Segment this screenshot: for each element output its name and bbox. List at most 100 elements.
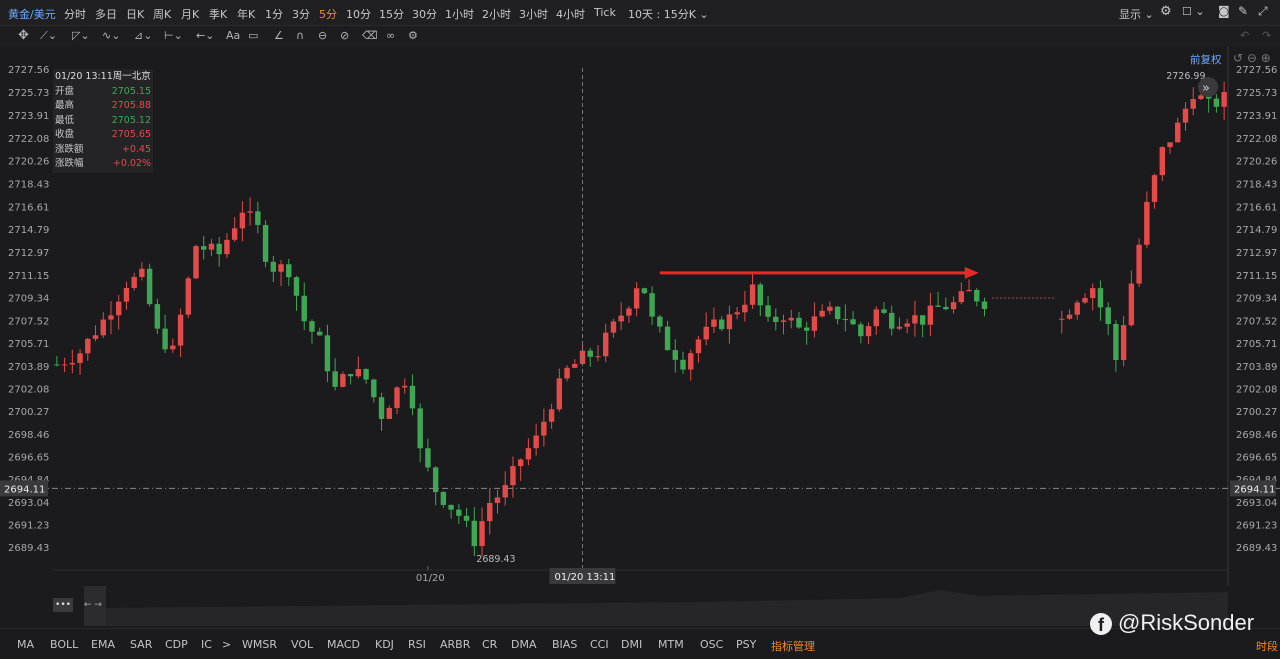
fullscreen-icon[interactable]: ⤢ — [1258, 4, 1268, 19]
indicator-17[interactable]: DMI — [621, 638, 642, 651]
candle-body — [231, 228, 238, 240]
period-button[interactable]: 时段 — [1256, 638, 1278, 654]
indicator-8[interactable]: VOL — [291, 638, 313, 651]
timeframe-0[interactable]: 分时 — [64, 6, 86, 22]
y-tick-label-right: 2696.65 — [1236, 453, 1277, 464]
indicator-12[interactable]: ARBR — [440, 638, 470, 651]
indicator-3[interactable]: SAR — [130, 638, 152, 651]
indicator-5[interactable]: IC — [201, 638, 212, 651]
redo-icon[interactable]: ↷ — [1262, 28, 1271, 44]
y-tick-label-right: 2725.73 — [1236, 88, 1277, 99]
price-chart[interactable]: 2727.56 2727.56 2725.73 2725.73 2723.91 2723.… — [0, 46, 1280, 586]
link-icon[interactable]: ∞ — [386, 28, 395, 44]
indicator-2[interactable]: EMA — [91, 638, 115, 651]
indicator-16[interactable]: CCI — [590, 638, 609, 651]
timeframe-4[interactable]: 月K — [181, 6, 199, 22]
timeframe-16[interactable]: 4小时 — [556, 6, 585, 22]
hide-icon[interactable]: ⊘ — [340, 28, 349, 44]
timeframe-14[interactable]: 2小时 — [482, 6, 511, 22]
navigator-bar[interactable]: ••• ← → — [0, 586, 1280, 628]
candle-body — [332, 371, 338, 387]
candle-body — [896, 326, 903, 329]
ohlc-label: 涨跌幅 — [55, 158, 84, 169]
timeframe-1[interactable]: 多日 — [95, 6, 117, 22]
candle-body — [757, 284, 764, 306]
indicator-14[interactable]: DMA — [511, 638, 537, 651]
indicator-0[interactable]: MA — [17, 638, 34, 651]
candle-body — [1144, 201, 1150, 245]
range-icon[interactable]: ⊢⌄ — [164, 28, 183, 44]
draw-line-icon[interactable]: ∠ — [274, 28, 284, 44]
timeframe-13[interactable]: 1小时 — [445, 6, 474, 22]
indicator-10[interactable]: KDJ — [375, 638, 394, 651]
candle-body — [286, 264, 292, 278]
indicator-7[interactable]: WMSR — [242, 638, 277, 651]
candle-body — [463, 515, 470, 521]
candlestick-chart[interactable]: 2727.56 2727.56 2725.73 2725.73 2723.91 2723.… — [0, 46, 1280, 586]
timeframe-6[interactable]: 年K — [237, 6, 255, 22]
display-menu[interactable]: 显示 ⌄ — [1119, 6, 1154, 22]
crosshair-move-icon[interactable]: ✥ — [18, 28, 29, 44]
timeframe-9[interactable]: 5分 — [319, 6, 337, 22]
crosshair-price-right: 2694.11 — [1234, 484, 1275, 495]
eye-icon[interactable]: ⊖ — [318, 28, 327, 44]
indicator-1[interactable]: BOLL — [50, 638, 78, 651]
price-adjust-button[interactable]: 前复权 — [1190, 52, 1222, 67]
candle-body — [803, 327, 810, 331]
timeframe-15[interactable]: 3小时 — [519, 6, 548, 22]
navigator-more-button[interactable]: ••• — [53, 598, 73, 612]
candle-body — [278, 264, 284, 272]
timeframe-11[interactable]: 15分 — [379, 6, 404, 22]
trendline-icon[interactable]: ⟋⌄ — [40, 28, 57, 44]
candle-body — [1190, 99, 1196, 109]
indicator-4[interactable]: CDP — [165, 638, 188, 651]
pencil-icon[interactable]: ✎ — [1238, 4, 1248, 18]
candle-body — [471, 520, 478, 547]
settings-gear-icon[interactable]: ⚙ — [1160, 4, 1172, 19]
timeframe-7[interactable]: 1分 — [265, 6, 283, 22]
timeframe-17[interactable]: Tick — [594, 6, 616, 19]
indicator-6[interactable]: > — [222, 638, 231, 651]
checkbox-icon[interactable]: ☐ ⌄ — [1182, 5, 1205, 18]
settings-icon[interactable]: ⚙ — [408, 28, 418, 44]
indicator-13[interactable]: CR — [482, 638, 497, 651]
indicator-11[interactable]: RSI — [408, 638, 426, 651]
timeframe-8[interactable]: 3分 — [292, 6, 310, 22]
timeframe-3[interactable]: 周K — [153, 6, 171, 22]
candle-body — [1167, 142, 1173, 148]
trash-icon[interactable]: ⌫ — [362, 28, 378, 44]
timeframe-5[interactable]: 季K — [209, 6, 227, 22]
timeframe-12[interactable]: 30分 — [412, 6, 437, 22]
timeframe-10[interactable]: 10分 — [346, 6, 371, 22]
timeframe-2[interactable]: 日K — [126, 6, 144, 22]
wave-icon[interactable]: ∿⌄ — [102, 28, 120, 44]
candle-body — [1182, 108, 1189, 123]
candle-body — [850, 319, 856, 325]
range-select[interactable]: 10天 : 15分K ⌄ — [628, 6, 709, 22]
arrow-tool-icon[interactable]: ←⌄ — [196, 28, 214, 44]
indicator-9[interactable]: MACD — [327, 638, 360, 651]
y-tick-label-left: 2725.73 — [8, 88, 49, 99]
chart-zoom-controls[interactable]: ↺ ⊖ ⊕ — [1233, 51, 1271, 65]
indicator-21[interactable]: 指标管理 — [771, 638, 815, 654]
candle-body — [417, 408, 423, 449]
candle-body — [564, 367, 570, 379]
text-tool-icon[interactable]: Aa — [226, 28, 240, 44]
camera-icon[interactable]: ◙ — [1218, 4, 1230, 18]
ohlc-label: 最低 — [55, 114, 75, 126]
indicator-18[interactable]: MTM — [658, 638, 684, 651]
candle-body — [69, 362, 76, 365]
magnet-icon[interactable]: ∩ — [296, 28, 304, 44]
symbol-selector[interactable]: 黄金/美元 — [8, 6, 56, 22]
indicator-15[interactable]: BIAS — [552, 638, 577, 651]
candle-body — [958, 291, 965, 303]
candle-body — [935, 305, 941, 307]
navigator-left-handle[interactable]: ← → — [84, 586, 106, 626]
indicator-19[interactable]: OSC — [700, 638, 723, 651]
comment-icon[interactable]: ▭ — [248, 28, 258, 44]
indicator-20[interactable]: PSY — [736, 638, 756, 651]
channel-icon[interactable]: ◸⌄ — [72, 28, 90, 44]
undo-icon[interactable]: ↶ — [1240, 28, 1249, 44]
fibonacci-icon[interactable]: ⊿⌄ — [134, 28, 152, 44]
candle-body — [77, 353, 83, 363]
